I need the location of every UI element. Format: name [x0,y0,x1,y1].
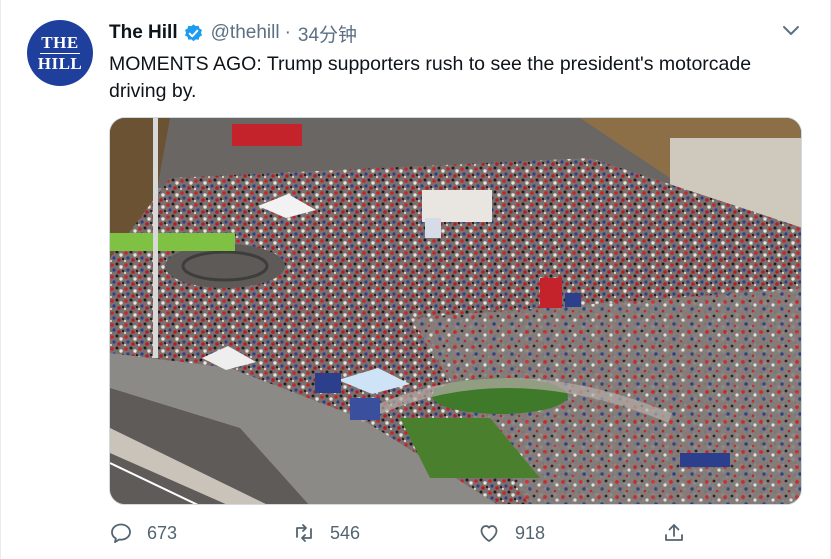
retweet-button[interactable]: 546 [292,521,360,545]
like-button[interactable]: 918 [477,521,545,545]
tweet-header: The Hill @thehill · 34分钟 [109,20,357,47]
chevron-down-icon[interactable] [780,22,802,40]
tweet-media-video[interactable] [109,117,802,505]
tweet-text: MOMENTS AGO: Trump supporters rush to se… [109,53,752,102]
reply-icon [111,523,131,543]
separator-dot: · [284,22,291,43]
author-handle[interactable]: @thehill [211,22,280,44]
crowd-scene-image [110,118,801,504]
reply-count: 673 [147,522,178,543]
timestamp[interactable]: 34分钟 [298,20,357,47]
tweet-card[interactable]: THE HILL The Hill @thehill · 34分钟 MOMENT… [0,0,831,559]
reply-button[interactable]: 673 [109,521,177,545]
avatar[interactable]: THE HILL [27,20,93,86]
author-name[interactable]: The Hill [109,22,178,44]
like-count: 918 [515,522,546,543]
avatar-text-line1: THE [41,32,79,52]
heart-icon [480,525,498,542]
retweet-count: 546 [330,522,361,543]
tweet-actions: 673 546 918 [109,521,709,551]
retweet-icon [296,524,312,542]
share-icon [665,524,683,541]
avatar-text-line2: HILL [37,53,83,73]
verified-badge-icon [183,23,204,44]
share-button[interactable] [662,521,686,545]
